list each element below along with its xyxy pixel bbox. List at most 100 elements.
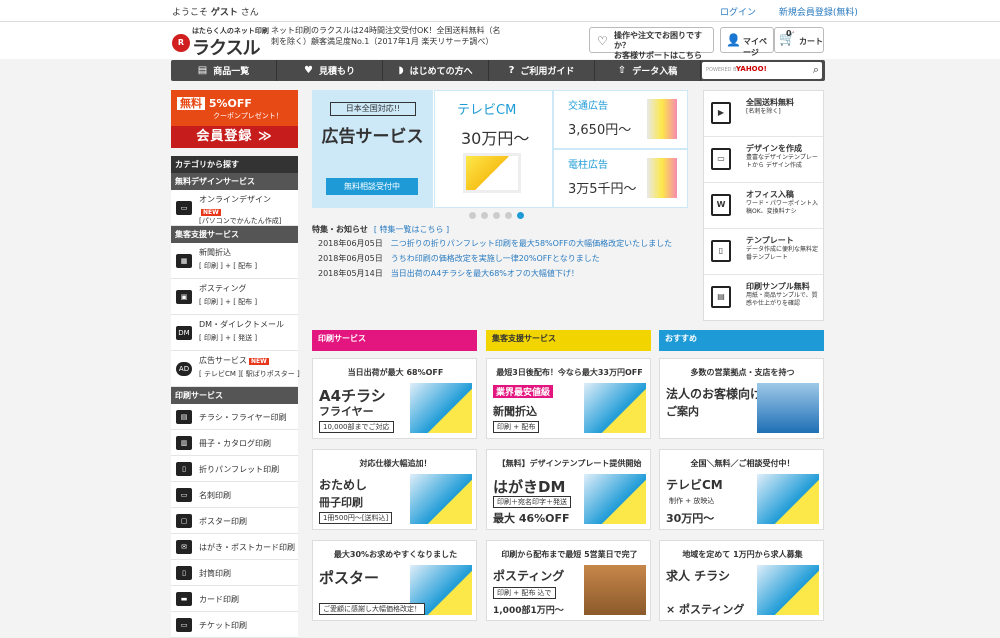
promo-headline: 無料 5%OFF — [177, 95, 252, 111]
nav-upload[interactable]: ⇧ データ入稿 — [595, 60, 701, 81]
pole-image — [647, 158, 677, 198]
nav-beginner[interactable]: ◗ はじめての方へ — [383, 60, 489, 81]
header-description: ネット印刷のラクスルは24時間注文受付OK！全国送料無料（名刺を除く）顧客満足度… — [271, 26, 501, 46]
sidebar-item-label: 広告サービス NEW — [199, 355, 269, 366]
card-tv-cm[interactable]: 全国＼無料／ご相談受付中！ テレビCM 30万円〜 制作 + 放映込 — [659, 449, 824, 530]
login-link[interactable]: ログイン — [720, 8, 756, 18]
card-sub: × ポスティング — [666, 603, 745, 616]
card-main: 業界最安値級 — [493, 385, 554, 398]
news-more-link[interactable]: [ 特集一覧はこちら ] — [374, 225, 449, 234]
carousel-dot[interactable] — [469, 212, 476, 219]
banner-pole-title: 電柱広告 — [568, 160, 608, 171]
sidebar-item-label: ポスター印刷 — [199, 517, 247, 526]
cart-button[interactable]: 🛒 0 カート — [774, 27, 824, 53]
card-box: 制作 + 放映込 — [666, 496, 718, 506]
news-item: 2018年05月14日 当日出荷のA4チラシを最大68%オフの大幅値下げ！ — [312, 268, 688, 283]
card-box: 印刷 + 配布 込で — [493, 587, 556, 599]
sidebar-item-booklet[interactable]: ▥ 冊子・カタログ印刷 — [171, 430, 298, 456]
logo[interactable]: R はたらく人のネット印刷 ラクスル — [172, 26, 269, 59]
sidebar-item-ad[interactable]: AD 広告サービス NEW [ テレビCM ][ 駅ばりポスター ] — [171, 351, 300, 387]
register-link[interactable]: 新規会員登録(無料) — [779, 8, 858, 18]
feature-title: 印刷サンプル無料 — [746, 282, 810, 291]
banner-pole-price: 3万5千円〜 — [568, 182, 637, 197]
cart-label: カート — [799, 37, 823, 46]
sidebar-item-flyer[interactable]: ▤ チラシ・フライヤー印刷 — [171, 404, 298, 430]
card-newspaper[interactable]: 最短3日後配布！今なら最大33万円OFF 業界最安値級 新聞折込 印刷 + 配布 — [486, 358, 651, 439]
feature-office[interactable]: W オフィス入稿 ワード・パワーポイント入稿OK、変換料ナシ — [704, 183, 823, 229]
news-link[interactable]: 二つ折りの折りパンフレット印刷を最大58%OFFの大幅価格改定いたしました — [391, 239, 672, 248]
carousel-dot[interactable] — [481, 212, 488, 219]
sidebar-item-postcard[interactable]: ✉ はがき・ポストカード印刷 — [171, 534, 298, 560]
card-a4-flyer[interactable]: 当日出荷が最大 68%OFF A4チラシ フライヤー 10,000部までご対応 — [312, 358, 477, 439]
nav-label: データ入稿 — [632, 67, 678, 77]
banner-pole-panel: 電柱広告 3万5千円〜 — [553, 149, 688, 208]
feature-desc: 豊富なデザインテンプレートから デザイン作成 — [746, 154, 818, 169]
nav-label: 見積もり — [318, 67, 355, 77]
feature-design[interactable]: ▭ デザインを作成 豊富なデザインテンプレートから デザイン作成 — [704, 137, 823, 183]
sidebar-item-posting[interactable]: ▣ ポスティング [ 印刷 ] + [ 配布 ] — [171, 279, 298, 315]
sidebar-item-label: はがき・ポストカード印刷 — [199, 543, 295, 552]
header: R はたらく人のネット印刷 ラクスル ネット印刷のラクスルは24時間注文受付OK… — [0, 22, 1000, 60]
nav-estimate[interactable]: ♥ 見積もり — [277, 60, 383, 81]
feature-free-shipping[interactable]: ▶ 全国送料無料 [名刺を除く] — [704, 91, 823, 137]
card-poster[interactable]: 最大30%お求めやすくなりました ポスター ご愛顧に感謝し大幅価格改定！ — [312, 540, 477, 621]
card-recruit[interactable]: 地域を定めて 1万円から求人募集 求人 チラシ × ポスティング — [659, 540, 824, 621]
sidebar-item-business-card[interactable]: ▭ 名刺印刷 — [171, 482, 298, 508]
mypage-button[interactable]: 👤 マイページ — [720, 27, 774, 57]
nav-guide[interactable]: ? ご利用ガイド — [489, 60, 595, 81]
carousel-dot[interactable] — [505, 212, 512, 219]
sidebar-item-poster[interactable]: ▢ ポスター印刷 — [171, 508, 298, 534]
sidebar-item-envelope[interactable]: ▯ 封筒印刷 — [171, 560, 298, 586]
promo-register-button[interactable]: 会員登録 ≫ — [171, 126, 298, 148]
ticket-icon: ▭ — [176, 618, 192, 632]
sidebar-item-label: オンラインデザイン — [199, 194, 271, 205]
sidebar-item-pamphlet[interactable]: ▯ 折りパンフレット印刷 — [171, 456, 298, 482]
carousel-dot[interactable] — [493, 212, 500, 219]
sidebar-item-newspaper[interactable]: ▦ 新聞折込 [ 印刷 ] + [ 配布 ] — [171, 243, 298, 279]
banner-tv-price: 30万円〜 — [461, 129, 530, 148]
logo-mark-icon: R — [172, 34, 190, 52]
banner-tv-panel: テレビCM 30万円〜 — [434, 90, 553, 208]
card-sub: フライヤー — [319, 405, 374, 418]
column-heading-recommend: おすすめ — [659, 330, 824, 351]
carousel-dot-active[interactable] — [517, 212, 524, 219]
sidebar-item-sub: [ 印刷 ] + [ 配布 ] — [199, 262, 258, 270]
banner-transit-title: 交通広告 — [568, 101, 608, 112]
sidebar-item-online-design[interactable]: ▭ オンラインデザイン NEW [パソコンでかんたん作成] — [171, 190, 298, 226]
support-button[interactable]: ♡ 操作や注文でお困りですか？ お客様サポートはこちら — [589, 27, 714, 60]
card-posting[interactable]: 印刷から配布まで最短 5営業日で完了 ポスティング 1,000部1万円〜 印刷 + 配… — [486, 540, 651, 621]
card-booklet[interactable]: 対応仕様大幅追加！ おためし 冊子印刷 1冊500円〜[送料込] — [312, 449, 477, 530]
sidebar-item-label: 名刺印刷 — [199, 491, 231, 500]
sidebar-item-ticket[interactable]: ▭ チケット印刷 — [171, 612, 298, 638]
promo-free: 無料 — [177, 97, 205, 110]
news-link[interactable]: うちわ印刷の価格改定を実施し一律20%OFFとなりました — [391, 254, 600, 263]
feature-desc: ワード・パワーポイント入稿OK、変換料ナシ — [746, 200, 819, 215]
building-image — [757, 383, 819, 433]
sample-icon: ▤ — [711, 286, 731, 308]
sidebar-item-sub: [ テレビCM ][ 駅ばりポスター ] — [199, 370, 300, 378]
banner-consult-button[interactable]: 無料相談受付中 — [326, 178, 418, 195]
newspaper-icon: ▦ — [176, 254, 192, 268]
card-postcard-dm[interactable]: 【無料】デザインテンプレート提供開始 はがきDM 最大 46%OFF 印刷＋宛名印字＋… — [486, 449, 651, 530]
search-input[interactable]: POWERED BY YAHOO! ⌕ — [702, 62, 822, 79]
nav-products[interactable]: ▤ 商品一覧 — [171, 60, 277, 81]
sidebar-item-card[interactable]: ▬ カード印刷 — [171, 586, 298, 612]
dm-icon: DM — [176, 326, 192, 340]
search-icon[interactable]: ⌕ — [813, 63, 819, 77]
sidebar-item-label: DM・ダイレクトメール — [199, 320, 285, 329]
feature-sample[interactable]: ▤ 印刷サンプル無料 用紙・商品サンプルで、質感や仕上がりを確認 — [704, 275, 823, 321]
ad-service-banner[interactable]: 日本全国対応!! 広告サービス 無料相談受付中 テレビCM 30万円〜 交通広告… — [312, 90, 688, 208]
label-text: 広告サービス — [199, 356, 247, 365]
sidebar-item-dm[interactable]: DM DM・ダイレクトメール [ 印刷 ] + [ 発送 ] — [171, 315, 298, 351]
card-main: ポスター — [319, 569, 380, 587]
feature-template[interactable]: ▯ テンプレート データ作成に便利な無料定番テンプレート — [704, 229, 823, 275]
news-heading: 特集・お知らせ [ 特集一覧はこちら ] — [312, 224, 688, 238]
heart-icon: ♡ — [597, 34, 608, 48]
sidebar-item-label: 新聞折込 — [199, 248, 231, 257]
card-corporate[interactable]: 多数の営業拠点・支店を持つ 法人のお客様向けの ご案内 — [659, 358, 824, 439]
card-box: 印刷 + 配布 — [493, 421, 540, 433]
column-heading-print: 印刷サービス — [312, 330, 477, 351]
signup-promo-banner[interactable]: 無料 5%OFF クーポンプレゼント！ 会員登録 ≫ — [171, 90, 298, 148]
card-box: 印刷＋宛名印字＋発送 — [493, 496, 571, 508]
news-link[interactable]: 当日出荷のA4チラシを最大68%オフの大幅値下げ！ — [391, 269, 579, 278]
